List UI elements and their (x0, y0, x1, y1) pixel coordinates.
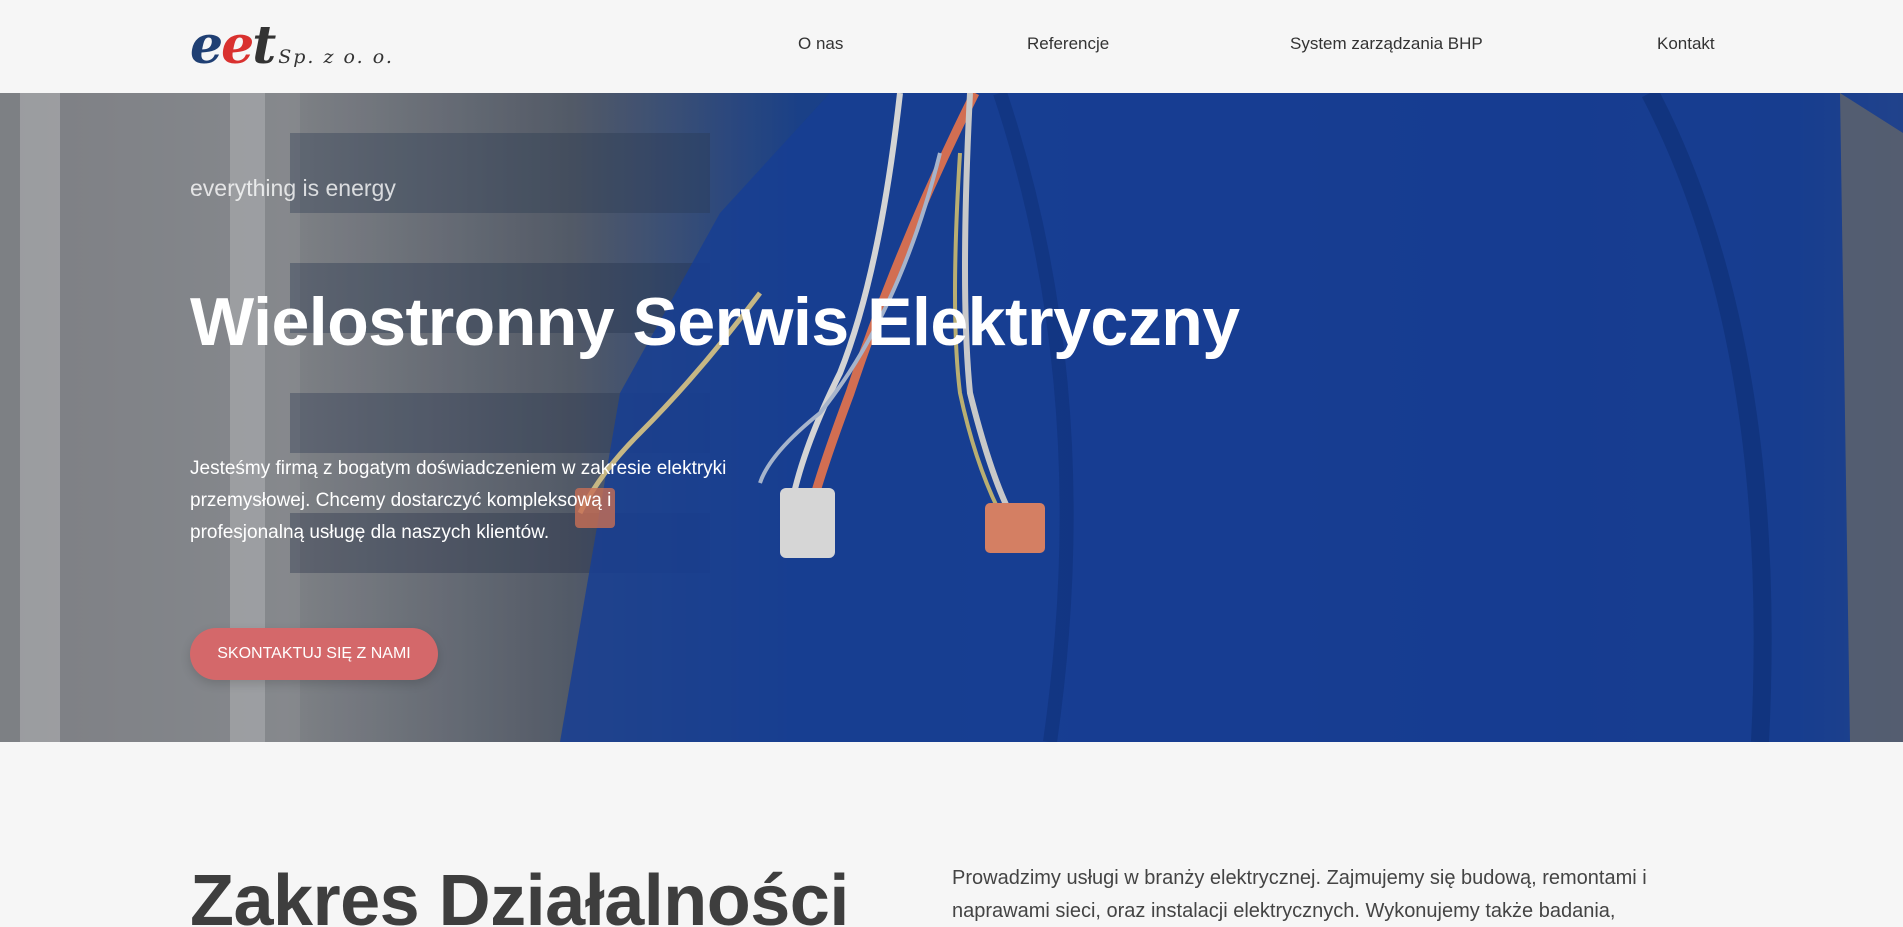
contact-us-button[interactable]: SKONTAKTUJ SIĘ Z NAMI (190, 628, 438, 680)
site-header: eet Sp. z o. o. O nas Referencje System … (0, 0, 1903, 93)
company-logo[interactable]: eet Sp. z o. o. (190, 20, 420, 72)
hero-title: Wielostronny Serwis Elektryczny (190, 284, 1240, 360)
nav-item-system-bhp[interactable]: System zarządzania BHP (1290, 34, 1483, 54)
hero-description: Jesteśmy firmą z bogatym doświadczeniem … (190, 458, 727, 543)
hero-tagline: everything is energy (190, 175, 396, 201)
logo-wordmark: eet (190, 15, 276, 76)
nav-item-referencje[interactable]: Referencje (1027, 34, 1109, 54)
section-title: Zakres Działalności (190, 861, 849, 927)
hero-section: everything is energy Wielostronny Serwis… (0, 93, 1903, 742)
nav-item-o-nas[interactable]: O nas (798, 34, 843, 54)
logo-suffix: Sp. z o. o. (278, 46, 394, 68)
nav-item-kontakt[interactable]: Kontakt (1657, 34, 1715, 54)
section-text: Prowadzimy usługi w branży elektrycznej.… (952, 867, 1647, 922)
